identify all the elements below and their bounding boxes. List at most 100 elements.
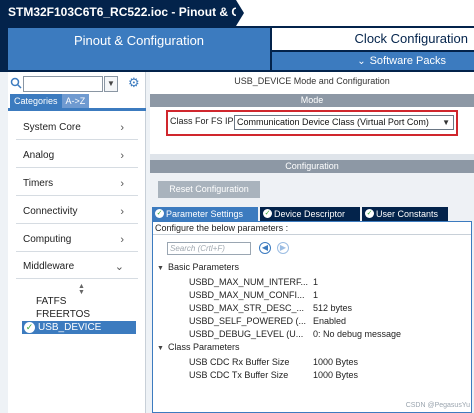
reset-configuration-button[interactable]: Reset Configuration: [158, 181, 260, 198]
search-previous-icon[interactable]: ◀: [259, 242, 271, 254]
param-name: USBD_MAX_STR_DESC_...: [189, 303, 305, 313]
sidebar-item-middleware[interactable]: Middleware ⌄: [8, 258, 146, 276]
sidebar-search-dropdown[interactable]: ▼: [104, 76, 118, 92]
chevron-right-icon: ›: [120, 178, 124, 190]
tab-software-packs[interactable]: ⌄ Software Packs: [272, 52, 474, 70]
list-item-label: USB_DEVICE: [38, 322, 102, 333]
list-item-fatfs[interactable]: FATFS: [36, 296, 66, 307]
chevron-right-icon: ›: [120, 234, 124, 246]
divider: [16, 195, 138, 196]
chevron-right-icon: ›: [120, 150, 124, 162]
tab-a-z[interactable]: A->Z: [61, 94, 90, 108]
param-name: USBD_MAX_NUM_CONFI...: [189, 290, 305, 300]
checkmark-icon: ✓: [365, 209, 374, 218]
tab-pinout-configuration[interactable]: Pinout & Configuration: [8, 28, 270, 70]
class-for-fs-ip-select[interactable]: Communication Device Class (Virtual Port…: [234, 115, 454, 130]
category-tab-underline: [8, 108, 146, 111]
list-item-freertos[interactable]: FREERTOS: [36, 309, 90, 320]
watermark: CSDN @PegasusYu: [405, 402, 470, 409]
tab-categories[interactable]: Categories: [10, 94, 62, 108]
sidebar-item-analog[interactable]: Analog ›: [8, 147, 146, 165]
sidebar-item-label: Computing: [23, 234, 72, 245]
tab-user-constants[interactable]: ✓ User Constants: [362, 207, 448, 221]
class-for-fs-ip-label: Class For FS IP: [170, 116, 234, 126]
list-item-usb-device-selected[interactable]: ✓ USB_DEVICE: [22, 321, 136, 334]
search-icon: [10, 77, 22, 89]
configure-caption: Configure the below parameters :: [153, 222, 471, 235]
file-tab[interactable]: STM32F103C6T6_RC522.ioc - Pinout & Conf: [0, 0, 236, 26]
tab-label: Device Descriptor: [274, 209, 346, 219]
chevron-down-icon: ▼: [442, 118, 450, 127]
checkmark-icon: ✓: [24, 322, 35, 333]
parameter-search-input[interactable]: Search (Crtl+F): [167, 242, 251, 255]
configuration-body: Reset Configuration ✓ Parameter Settings …: [150, 173, 474, 413]
sidebar-item-label: Timers: [23, 178, 54, 189]
collapse-icon: ▼: [157, 345, 164, 352]
tab-device-descriptor[interactable]: ✓ Device Descriptor: [260, 207, 360, 221]
table-row[interactable]: USBD_MAX_NUM_CONFI... 1: [189, 289, 469, 301]
table-row[interactable]: USBD_DEBUG_LEVEL (U... 0: No debug messag…: [189, 328, 469, 340]
chevron-down-icon: ⌄: [357, 56, 366, 67]
sidebar-item-connectivity[interactable]: Connectivity ›: [8, 203, 146, 221]
sidebar-item-system-core[interactable]: System Core ›: [8, 119, 146, 137]
param-value: Enabled: [313, 316, 347, 326]
sidebar-item-label: Connectivity: [23, 206, 78, 217]
gear-icon[interactable]: ⚙: [128, 75, 142, 91]
mode-highlight-box: Class For FS IP Communication Device Cla…: [166, 110, 458, 136]
sidebar-item-label: Middleware: [23, 261, 75, 272]
param-value: 1: [313, 277, 319, 287]
chevron-right-icon: ›: [120, 122, 124, 134]
group-basic-parameters[interactable]: ▼ Basic Parameters: [157, 262, 239, 272]
sidebar-item-timers[interactable]: Timers ›: [8, 175, 146, 193]
table-row[interactable]: USBD_MAX_NUM_INTERF... 1: [189, 276, 469, 288]
param-value: 1000 Bytes: [313, 370, 359, 380]
configuration-header: Configuration: [150, 160, 474, 173]
sidebar-item-label: System Core: [23, 122, 81, 133]
table-row[interactable]: USB CDC Tx Buffer Size 1000 Bytes: [189, 369, 469, 381]
param-name: USBD_DEBUG_LEVEL (U...: [189, 329, 304, 339]
chevron-down-icon: ⌄: [114, 261, 124, 273]
class-select-value: Communication Device Class (Virtual Port…: [237, 117, 429, 127]
param-value: 1000 Bytes: [313, 357, 359, 367]
chevron-right-icon: ›: [120, 206, 124, 218]
software-packs-label: Software Packs: [369, 55, 446, 67]
divider: [16, 223, 138, 224]
divider: [16, 139, 138, 140]
sidebar-search-row: ▼ ⚙: [8, 74, 146, 94]
search-next-icon[interactable]: ▶: [277, 242, 289, 254]
param-value: 0: No debug message: [313, 329, 402, 339]
sort-icon[interactable]: ▲ ▼: [78, 283, 85, 296]
param-value: 512 bytes: [313, 303, 353, 313]
table-row[interactable]: USB CDC Rx Buffer Size 1000 Bytes: [189, 356, 469, 368]
group-label: Basic Parameters: [167, 262, 239, 272]
sidebar-item-computing[interactable]: Computing ›: [8, 231, 146, 249]
tab-clock-configuration[interactable]: Clock Configuration: [272, 28, 474, 50]
parameter-panel: Configure the below parameters : Search …: [152, 221, 472, 413]
sidebar-search-input[interactable]: [23, 76, 103, 92]
panel-title: USB_DEVICE Mode and Configuration: [234, 76, 390, 86]
main-panel: USB_DEVICE Mode and Configuration Mode C…: [150, 72, 474, 413]
group-label: Class Parameters: [167, 342, 240, 352]
param-value: 1: [313, 290, 319, 300]
title-bar: STM32F103C6T6_RC522.ioc - Pinout & Conf: [0, 0, 474, 26]
table-row[interactable]: USBD_SELF_POWERED (... Enabled: [189, 315, 469, 327]
divider: [16, 278, 138, 279]
param-name: USB CDC Tx Buffer Size: [189, 370, 289, 380]
category-sidebar: ▼ ⚙ Categories A->Z System Core › Analog › …: [8, 72, 146, 413]
checkmark-icon: ✓: [155, 209, 164, 218]
file-tab-arrow: [236, 0, 244, 26]
group-class-parameters[interactable]: ▼ Class Parameters: [157, 342, 239, 352]
param-name: USB CDC Rx Buffer Size: [189, 357, 290, 367]
tab-label: User Constants: [376, 209, 439, 219]
param-name: USBD_SELF_POWERED (...: [189, 316, 307, 326]
mode-header: Mode: [150, 94, 474, 107]
checkmark-icon: ✓: [263, 209, 272, 218]
table-row[interactable]: USBD_MAX_STR_DESC_... 512 bytes: [189, 302, 469, 314]
divider: [16, 167, 138, 168]
param-name: USBD_MAX_NUM_INTERF...: [189, 277, 309, 287]
sidebar-item-label: Analog: [23, 150, 55, 161]
category-tabs: Categories A->Z: [10, 94, 90, 108]
divider: [16, 251, 138, 252]
collapse-icon: ▼: [157, 265, 164, 272]
tab-parameter-settings[interactable]: ✓ Parameter Settings: [152, 207, 258, 221]
